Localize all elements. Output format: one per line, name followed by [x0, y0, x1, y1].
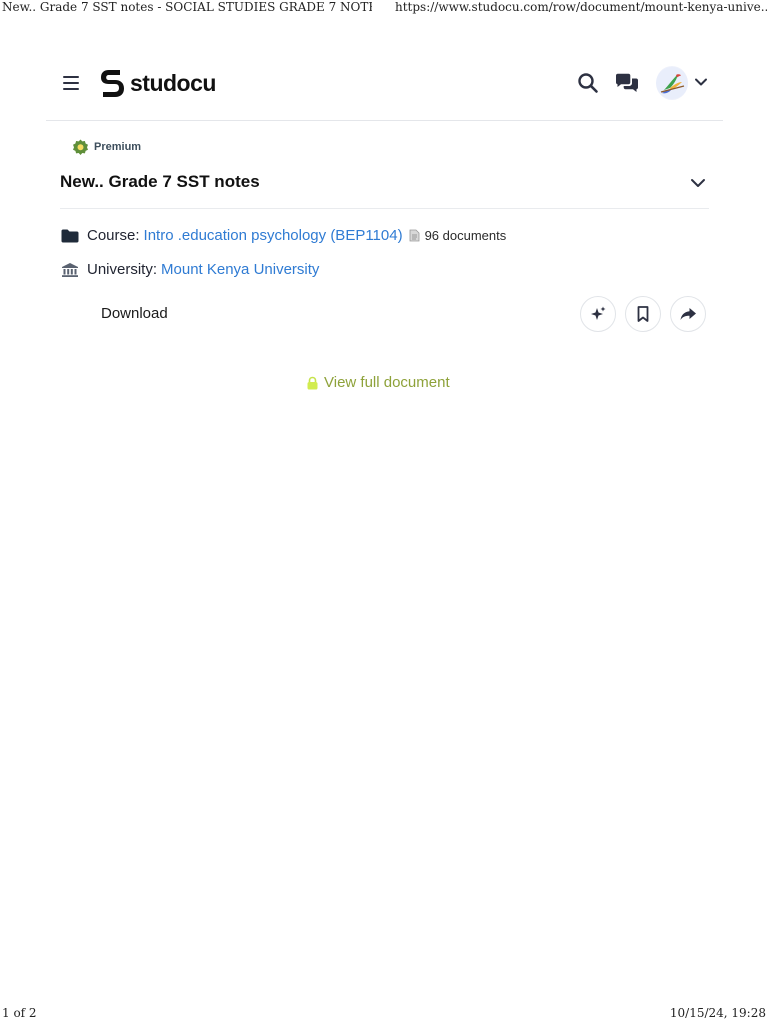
folder-icon	[61, 229, 79, 242]
university-row: University: Mount Kenya University	[60, 261, 319, 278]
search-icon[interactable]	[577, 72, 599, 94]
university-icon	[62, 262, 78, 277]
course-docs-count-text: 96 documents	[424, 228, 507, 243]
bookmark-icon	[637, 306, 649, 322]
print-header-url: https://www.studocu.com/row/document/mou…	[395, 0, 767, 14]
view-full-document-label: View full document	[324, 374, 450, 391]
course-link[interactable]: Intro .education psychology (BEP1104)	[144, 227, 403, 244]
view-full-document-link[interactable]: View full document	[306, 374, 450, 391]
university-label: University:	[87, 261, 158, 278]
bookmark-button[interactable]	[625, 296, 661, 332]
bird-avatar-icon	[656, 67, 688, 99]
top-navbar: studocu	[46, 46, 723, 121]
premium-label: Premium	[94, 141, 142, 153]
share-button[interactable]	[670, 296, 706, 332]
logo-text: studocu	[130, 69, 216, 96]
title-divider	[60, 208, 709, 209]
course-document-count: 96 documents	[409, 228, 507, 243]
share-icon	[680, 308, 696, 320]
chevron-down-icon[interactable]	[694, 76, 708, 88]
lock-icon	[307, 376, 318, 389]
print-footer-datetime: 10/15/24, 19:28	[669, 1006, 766, 1020]
document-title: New.. Grade 7 SST notes	[60, 172, 260, 191]
document-icon	[409, 229, 419, 242]
university-link[interactable]: Mount Kenya University	[161, 261, 319, 278]
ai-assist-button[interactable]	[580, 296, 616, 332]
studocu-logo[interactable]: studocu	[98, 66, 216, 100]
page: New.. Grade 7 SST notes - SOCIAL STUDIES…	[0, 0, 768, 1024]
chat-icon[interactable]	[614, 72, 640, 94]
avatar[interactable]	[656, 66, 688, 100]
premium-badge-icon	[73, 139, 88, 155]
studocu-logo-mark	[101, 70, 124, 97]
course-label: Course:	[87, 227, 140, 244]
print-header-title: New.. Grade 7 SST notes - SOCIAL STUDIES…	[2, 0, 372, 14]
premium-badge: Premium	[72, 137, 141, 157]
expand-details-chevron-icon[interactable]	[690, 176, 706, 190]
print-footer: 1 of 2 10/15/24, 19:28	[0, 1006, 768, 1024]
course-row: Course: Intro .education psychology (BEP…	[60, 227, 506, 244]
download-button[interactable]: Download	[101, 305, 168, 322]
ai-sparkle-icon	[591, 306, 606, 320]
print-header: New.. Grade 7 SST notes - SOCIAL STUDIES…	[0, 0, 768, 16]
menu-icon[interactable]	[63, 76, 79, 90]
print-footer-page: 1 of 2	[2, 1006, 37, 1020]
